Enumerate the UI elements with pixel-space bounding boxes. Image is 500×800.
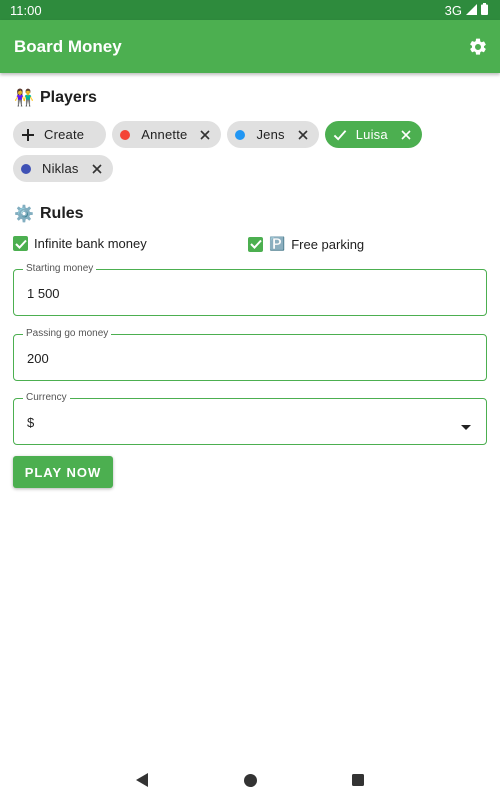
parking-icon: 🅿️ [269,236,286,251]
currency-select[interactable]: Currency $ [13,392,487,445]
infinite-bank-checkbox[interactable]: Infinite bank money [13,236,147,251]
close-icon[interactable] [91,163,103,175]
app-bar: Board Money [0,20,500,73]
network-type: 3G [444,2,462,18]
player-chip-niklas[interactable]: Niklas [13,155,113,182]
currency-label: Currency [23,392,70,403]
player-name: Jens [256,127,285,142]
close-icon[interactable] [400,129,412,141]
app-title: Board Money [14,36,122,56]
player-chip-annette[interactable]: Annette [112,121,222,148]
player-chips: Create Annette Jens Luisa Niklas [13,121,483,182]
checkbox-checked-icon [248,236,263,252]
player-name: Annette [141,127,188,142]
passing-go-money-value[interactable]: 200 [27,351,49,366]
close-icon[interactable] [199,129,211,141]
currency-value: $ [27,415,35,430]
infinite-bank-label: Infinite bank money [34,236,147,251]
signal-icon [466,3,477,18]
home-icon[interactable] [242,772,258,788]
gear-emoji-icon: ⚙️ [14,206,34,223]
status-icons: 3G [444,2,488,18]
player-color-dot [120,129,131,140]
recents-icon[interactable] [350,772,366,788]
free-parking-checkbox[interactable]: 🅿️ Free parking [248,236,364,252]
player-chip-luisa[interactable]: Luisa [324,121,422,148]
passing-go-money-label: Passing go money [23,328,112,339]
back-icon[interactable] [134,772,150,788]
players-heading: 👫 Players [14,88,97,108]
free-parking-label: Free parking [291,236,365,252]
player-color-dot [21,163,31,174]
player-color-dot [235,129,246,140]
player-name: Niklas [42,161,79,176]
dropdown-arrow-icon [461,418,471,430]
starting-money-label: Starting money [23,263,97,274]
gear-icon[interactable] [466,35,490,59]
checkbox-checked-icon [13,236,28,251]
status-bar: 11:00 3G [0,0,500,20]
status-time: 11:00 [10,2,42,18]
people-icon: 👫 [14,90,34,107]
player-chip-jens[interactable]: Jens [227,121,319,148]
close-icon[interactable] [297,129,309,141]
starting-money-field[interactable]: Starting money 1 500 [13,263,487,316]
passing-go-money-field[interactable]: Passing go money 200 [13,328,487,381]
player-name: Luisa [355,127,388,142]
checkmark-icon [333,128,347,142]
rules-heading: ⚙️ Rules [14,204,84,224]
battery-icon [481,2,488,18]
play-now-button[interactable]: PLAY NOW [13,456,113,488]
players-title: Players [40,89,97,106]
plus-icon [21,128,35,142]
create-player-chip[interactable]: Create [13,121,107,148]
rules-checkboxes: Infinite bank money 🅿️ Free parking [13,236,487,256]
rules-title: Rules [40,205,84,222]
create-label: Create [44,127,85,142]
starting-money-value[interactable]: 1 500 [27,286,60,301]
system-nav-bar [0,760,500,800]
